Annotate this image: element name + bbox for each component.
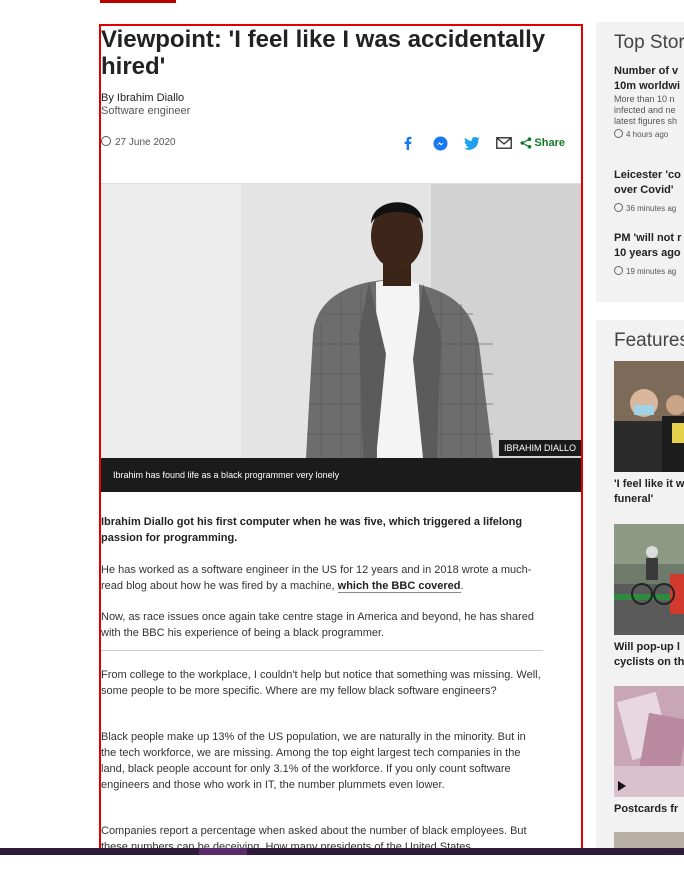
portrait-illustration bbox=[101, 184, 581, 458]
story-summary: More than 10 n bbox=[614, 94, 675, 104]
clock-icon bbox=[101, 136, 111, 146]
clock-icon bbox=[614, 203, 623, 212]
photo-caption: Ibrahim has found life as a black progra… bbox=[101, 458, 581, 492]
story-title-line2[interactable]: 10 years ago bbox=[614, 246, 684, 261]
features-panel: Features 'I feel like it w funeral' Will… bbox=[596, 320, 684, 850]
top-stories-heading: Top Stori bbox=[614, 32, 684, 53]
bottom-scroll-bar bbox=[0, 848, 684, 855]
messenger-icon[interactable] bbox=[424, 134, 456, 152]
feature-title-line1[interactable]: 'I feel like it w bbox=[614, 477, 684, 492]
share-tools: Share bbox=[392, 134, 565, 152]
article-container: Viewpoint: 'I feel like I was accidental… bbox=[99, 24, 583, 852]
story-item[interactable]: Number of v 10m worldwi More than 10 n i… bbox=[614, 64, 684, 139]
feature-title-line2[interactable]: cyclists on th bbox=[614, 655, 684, 670]
story-time: 19 minutes ag bbox=[614, 266, 684, 276]
byline: By Ibrahim Diallo Software engineer bbox=[101, 92, 190, 118]
story-time-text: 19 minutes ag bbox=[626, 267, 677, 276]
article-date: 27 June 2020 bbox=[101, 136, 176, 148]
article-paragraph-4: Black people make up 13% of the US popul… bbox=[101, 731, 526, 791]
story-time-text: 4 hours ago bbox=[626, 130, 669, 139]
scroll-indicator bbox=[199, 848, 247, 855]
paragraph-end: . bbox=[460, 580, 464, 592]
feature-title-line2[interactable]: funeral' bbox=[614, 492, 684, 507]
story-summary: infected and ne bbox=[614, 105, 676, 115]
author-role: Software engineer bbox=[101, 105, 191, 117]
photo-credit: IBRAHIM DIALLO bbox=[498, 440, 581, 456]
story-item[interactable]: Leicester 'co over Covid' 36 minutes ag bbox=[614, 168, 684, 213]
clock-icon bbox=[614, 129, 623, 138]
story-title-line2[interactable]: over Covid' bbox=[614, 183, 684, 198]
share-icon bbox=[520, 137, 532, 149]
article-meta: 27 June 2020 Share bbox=[101, 134, 575, 154]
clock-icon bbox=[614, 266, 623, 275]
feature-image[interactable] bbox=[614, 686, 684, 797]
story-item[interactable]: PM 'will not r 10 years ago 19 minutes a… bbox=[614, 231, 684, 276]
article-photo: IBRAHIM DIALLO bbox=[101, 184, 581, 458]
bbc-covered-link[interactable]: which the BBC covered bbox=[337, 580, 461, 593]
feature-image[interactable] bbox=[614, 361, 684, 472]
story-title[interactable]: Leicester 'co bbox=[614, 168, 684, 183]
top-accent-line bbox=[100, 0, 176, 3]
story-time: 36 minutes ag bbox=[614, 203, 684, 213]
article-headline: Viewpoint: 'I feel like I was accidental… bbox=[101, 26, 546, 80]
section-divider bbox=[101, 650, 543, 651]
facebook-icon[interactable] bbox=[392, 134, 424, 152]
date-text: 27 June 2020 bbox=[115, 137, 176, 148]
paragraph-text: He has worked as a software engineer in … bbox=[101, 564, 532, 592]
email-icon[interactable] bbox=[488, 134, 520, 152]
story-time: 4 hours ago bbox=[614, 129, 684, 139]
feature-title[interactable]: Postcards fr bbox=[614, 802, 678, 817]
feature-title[interactable]: Will pop-up l cyclists on th bbox=[614, 640, 684, 670]
article-paragraph-2: Now, as race issues once again take cent… bbox=[101, 611, 534, 639]
top-stories-panel: Top Stori Number of v 10m worldwi More t… bbox=[596, 22, 684, 302]
story-summary: latest figures sh bbox=[614, 116, 678, 126]
article-paragraph-1: He has worked as a software engineer in … bbox=[101, 562, 541, 594]
share-label: Share bbox=[534, 137, 565, 149]
share-button[interactable]: Share bbox=[520, 134, 565, 152]
features-heading: Features bbox=[614, 330, 684, 351]
story-title[interactable]: PM 'will not r bbox=[614, 231, 684, 246]
twitter-icon[interactable] bbox=[456, 134, 488, 152]
story-time-text: 36 minutes ag bbox=[626, 204, 677, 213]
feature-image[interactable] bbox=[614, 524, 684, 635]
feature-title-line1[interactable]: Postcards fr bbox=[614, 802, 678, 817]
article-paragraph-3: From college to the workplace, I couldn'… bbox=[101, 669, 541, 697]
story-title[interactable]: Number of v bbox=[614, 64, 684, 79]
article-lead: Ibrahim Diallo got his first computer wh… bbox=[101, 516, 523, 544]
feature-title-line1[interactable]: Will pop-up l bbox=[614, 640, 684, 655]
feature-title[interactable]: 'I feel like it w funeral' bbox=[614, 477, 684, 507]
story-title-line2[interactable]: 10m worldwi bbox=[614, 79, 684, 94]
author-name: By Ibrahim Diallo bbox=[101, 92, 185, 104]
